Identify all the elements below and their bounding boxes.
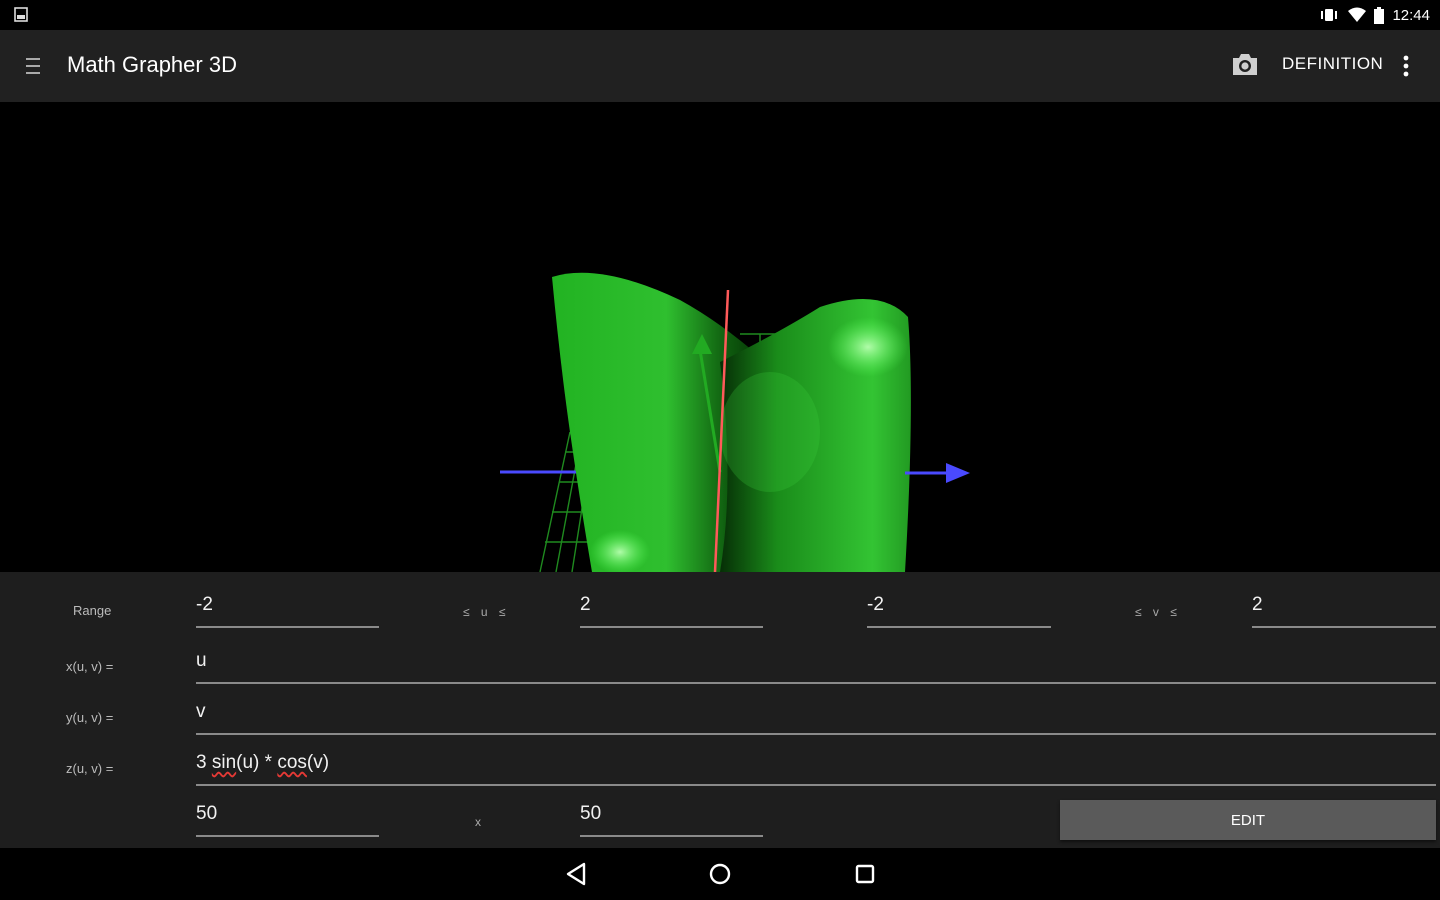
z-expr-mid: (u) * xyxy=(236,752,278,773)
z-expr-sin: sin xyxy=(211,752,237,773)
overflow-menu-icon[interactable] xyxy=(1398,52,1414,80)
u-min-value: -2 xyxy=(196,594,213,615)
u-range-separator: ≤ u ≤ xyxy=(463,605,510,619)
vibrate-icon xyxy=(1321,9,1338,21)
z-expr-value: 3 sin(u) * cos(v) xyxy=(196,752,329,774)
v-min-input[interactable]: -2 xyxy=(867,594,1051,628)
app-title: Math Grapher 3D xyxy=(67,52,237,77)
surface-highlight xyxy=(720,372,820,492)
app-bar: Math Grapher 3D DEFINITION xyxy=(0,30,1440,102)
x-expr-label: x(u, v) = xyxy=(66,659,114,674)
z-expr-prefix: 3 xyxy=(196,752,212,773)
grid-separator: x xyxy=(475,815,485,829)
v-max-input[interactable]: 2 xyxy=(1252,594,1436,628)
back-icon[interactable] xyxy=(562,860,592,888)
z-expr-cos: cos xyxy=(277,752,307,773)
grid-v-input[interactable]: 50 xyxy=(580,803,763,837)
graph-viewport[interactable] xyxy=(0,102,1440,572)
v-range-separator: ≤ v ≤ xyxy=(1135,605,1181,619)
camera-icon[interactable] xyxy=(1230,52,1260,78)
grid-u-value: 50 xyxy=(196,803,218,824)
y-expr-input[interactable]: v xyxy=(196,701,1436,735)
v-max-value: 2 xyxy=(1252,594,1263,615)
u-max-input[interactable]: 2 xyxy=(580,594,763,628)
status-bar: 12:44 xyxy=(0,0,1440,30)
range-label: Range xyxy=(73,603,112,618)
y-expr-label: y(u, v) = xyxy=(66,710,114,725)
grid-u-input[interactable]: 50 xyxy=(196,803,379,837)
surface-highlight xyxy=(828,317,908,377)
u-min-input[interactable]: -2 xyxy=(196,594,379,628)
recents-icon[interactable] xyxy=(850,860,880,888)
x-expr-input[interactable]: u xyxy=(196,650,1436,684)
surface-highlight xyxy=(590,530,650,572)
definition-button[interactable]: DEFINITION xyxy=(1282,54,1383,74)
definition-panel: Range -2 ≤ u ≤ 2 -2 ≤ v ≤ 2 x(u, v) = u … xyxy=(0,572,1440,848)
v-min-value: -2 xyxy=(867,594,884,615)
graph-canvas[interactable] xyxy=(0,102,1440,572)
z-expr-suffix: (v) xyxy=(306,752,330,773)
status-time: 12:44 xyxy=(1392,6,1430,24)
status-icons: 12:44 xyxy=(1318,5,1430,25)
x-axis-arrow xyxy=(946,463,970,483)
x-expr-value: u xyxy=(196,650,207,671)
nav-bar xyxy=(0,848,1440,900)
battery-icon xyxy=(1374,6,1385,24)
menu-icon[interactable] xyxy=(24,56,42,76)
z-expr-input[interactable]: 3 sin(u) * cos(v) xyxy=(196,752,1436,786)
notification-icon xyxy=(14,7,28,22)
u-max-value: 2 xyxy=(580,594,591,615)
wifi-icon xyxy=(1348,7,1367,22)
y-expr-value: v xyxy=(196,701,206,722)
z-expr-label: z(u, v) = xyxy=(66,761,114,776)
grid-v-value: 50 xyxy=(580,803,602,824)
home-icon[interactable] xyxy=(705,860,735,888)
edit-button[interactable]: EDIT xyxy=(1060,800,1436,840)
